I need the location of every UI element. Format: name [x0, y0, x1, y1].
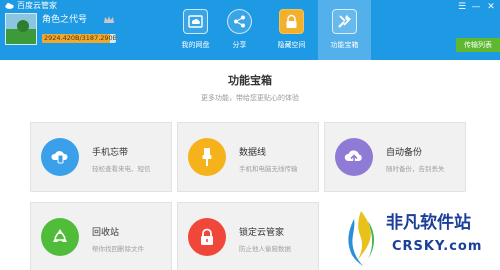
card-phone-forgot[interactable]: 手机忘带 轻松查看来电、短信 [30, 122, 172, 192]
transfer-list-button[interactable]: 传输列表 [456, 38, 500, 52]
menu-button[interactable]: ☰ [455, 0, 469, 14]
card-data-cable[interactable]: 数据线 手机和电脑无线传输 [177, 122, 319, 192]
baidu-cloud-logo-icon [5, 3, 14, 9]
wrench-icon [332, 9, 357, 34]
card-recycle-bin[interactable]: 回收站 帮你找回删除文件 [30, 202, 172, 270]
tab-label: 隐藏空间 [277, 41, 306, 49]
phone-cloud-icon [41, 138, 79, 176]
lock-icon [279, 9, 304, 34]
tab-hidden-space[interactable]: 隐藏空间 [265, 0, 318, 60]
menu-icon: ☰ [457, 2, 467, 12]
header-bar: 百度云管家 ☰ — ✕ 角色之代号 2924.420B/3187.290B 我的… [0, 0, 500, 60]
quota-text: 2924.420B/3187.290B [44, 34, 116, 42]
avatar[interactable] [5, 13, 37, 45]
page-title: 功能宝箱 [228, 74, 272, 87]
recycle-icon [41, 218, 79, 256]
watermark-en: CRSKY.com [392, 239, 483, 254]
card-desc: 防止他人偷窥数据 [239, 245, 291, 253]
padlock-icon [188, 218, 226, 256]
card-title: 数据线 [239, 148, 267, 158]
card-desc: 随时备份，告别丢失 [386, 165, 445, 173]
card-title: 自动备份 [386, 148, 423, 158]
minimize-button[interactable]: — [469, 0, 483, 14]
page-subtitle: 更多功能，带给您更贴心的体验 [201, 94, 299, 102]
quota-bar: 2924.420B/3187.290B [42, 34, 116, 43]
cloud-upload-icon [335, 138, 373, 176]
card-title: 锁定云管家 [239, 228, 285, 238]
card-title: 手机忘带 [92, 148, 129, 158]
close-icon: ✕ [487, 2, 495, 12]
usb-cable-icon [188, 138, 226, 176]
card-desc: 帮你找回删除文件 [92, 245, 144, 253]
vip-badge-icon [104, 16, 114, 23]
watermark-cn: 非凡软件站 [386, 213, 471, 233]
crsky-logo-icon [348, 211, 374, 266]
tab-toolbox[interactable]: 功能宝箱 [318, 0, 371, 60]
transfer-list-label: 传输列表 [464, 41, 492, 49]
minimize-icon: — [471, 2, 481, 12]
username[interactable]: 角色之代号 [42, 14, 87, 26]
tab-label: 分享 [232, 41, 247, 49]
close-button[interactable]: ✕ [484, 0, 498, 14]
share-icon [227, 9, 252, 34]
app-window: 百度云管家 ☰ — ✕ 角色之代号 2924.420B/3187.290B 我的… [0, 0, 500, 270]
tab-share[interactable]: 分享 [213, 0, 266, 60]
app-title: 百度云管家 [17, 1, 57, 10]
card-desc: 手机和电脑无线传输 [239, 165, 298, 173]
cloud-drive-icon [183, 9, 208, 34]
card-lock-manager[interactable]: 锁定云管家 防止他人偷窥数据 [177, 202, 319, 270]
card-auto-backup[interactable]: 自动备份 随时备份，告别丢失 [324, 122, 466, 192]
card-desc: 轻松查看来电、短信 [92, 165, 151, 173]
card-title: 回收站 [92, 228, 120, 238]
crsky-watermark: 非凡软件站 CRSKY.com [340, 205, 500, 270]
tab-label: 功能宝箱 [330, 41, 359, 49]
